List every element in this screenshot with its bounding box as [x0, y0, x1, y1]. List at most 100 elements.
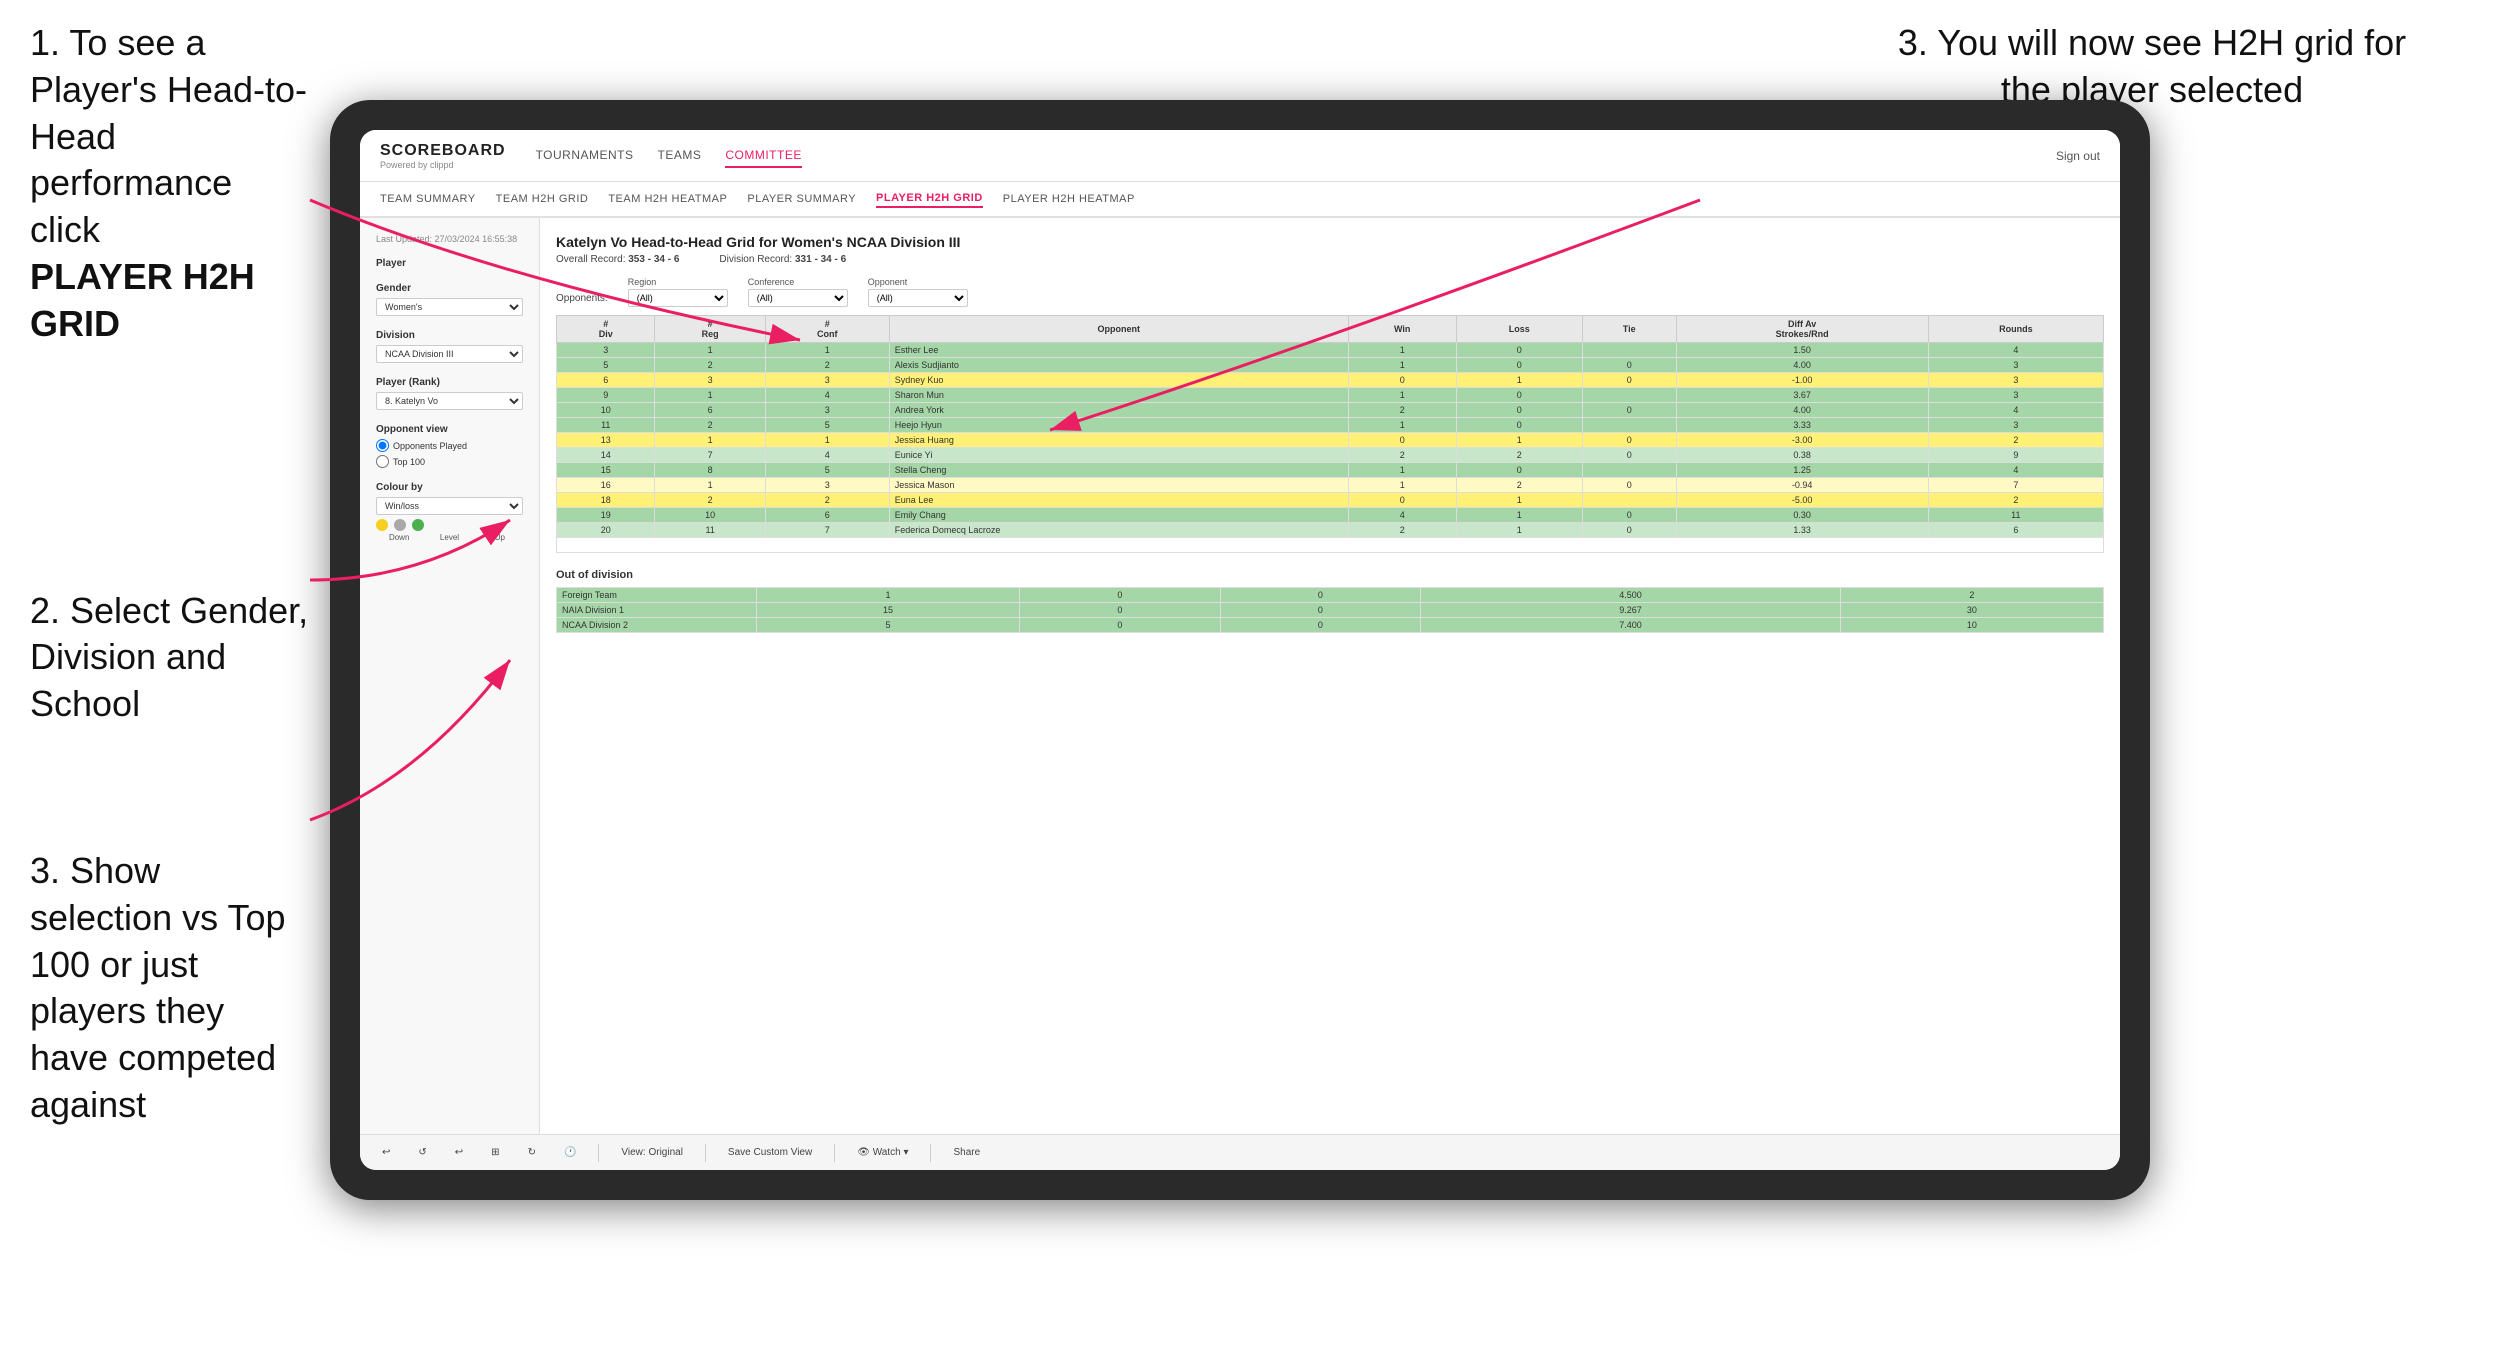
table-row: 1063 Andrea York 200 4.004 [557, 403, 2104, 418]
save-custom-view-btn[interactable]: Save Custom View [722, 1145, 818, 1160]
cell-loss: 1 [1456, 493, 1582, 508]
table-row: 1311 Jessica Huang 010 -3.002 [557, 433, 2104, 448]
cell-win: 1 [1348, 358, 1456, 373]
cell-win: 2 [1348, 523, 1456, 538]
nav-tournaments[interactable]: TOURNAMENTS [536, 144, 634, 168]
undo-btn[interactable]: ↩ [376, 1145, 396, 1160]
watch-btn[interactable]: 👁 Watch ▾ [851, 1145, 914, 1160]
radio-top-100-input[interactable] [376, 455, 389, 468]
cell-conf: 3 [765, 373, 889, 388]
share-btn[interactable]: Share [947, 1145, 986, 1160]
table-row: 914 Sharon Mun 10 3.673 [557, 388, 2104, 403]
nav-bar: SCOREBOARD Powered by clippd TOURNAMENTS… [360, 130, 2120, 182]
radio-opponents-played-input[interactable] [376, 439, 389, 452]
table-row: 1613 Jessica Mason 120 -0.947 [557, 478, 2104, 493]
sub-nav-player-summary[interactable]: PLAYER SUMMARY [747, 191, 856, 207]
cell-win: 0 [1348, 373, 1456, 388]
cell-diff: 0.38 [1676, 448, 1928, 463]
nav-teams[interactable]: TEAMS [658, 144, 702, 168]
filter-opponent: Opponent (All) [868, 277, 968, 307]
record-row: Overall Record: 353 - 34 - 6 Division Re… [556, 254, 2104, 265]
division-section: Division NCAA Division III NCAA Division… [376, 330, 523, 363]
cell-reg: 8 [655, 463, 765, 478]
table-row: 20117 Federica Domecq Lacroze 210 1.336 [557, 523, 2104, 538]
cell-loss: 0 [1456, 463, 1582, 478]
cell-loss: 0 [1456, 418, 1582, 433]
out-cell-diff: 7.400 [1421, 618, 1841, 633]
overall-record-label: Overall Record: 353 - 34 - 6 [556, 254, 679, 265]
filter-region-select[interactable]: (All) [628, 289, 728, 307]
filter-opponent-select[interactable]: (All) [868, 289, 968, 307]
cell-diff: 4.00 [1676, 358, 1928, 373]
cell-conf: 2 [765, 493, 889, 508]
step3-left-text: 3. Show selection vs Top 100 or just pla… [30, 848, 310, 1129]
sub-nav-team-h2h-heatmap[interactable]: TEAM H2H HEATMAP [608, 191, 727, 207]
radio-top-100[interactable]: Top 100 [376, 455, 523, 468]
division-label: Division [376, 330, 523, 341]
refresh-btn[interactable]: ↻ [522, 1145, 542, 1160]
undo2-btn[interactable]: ↩ [449, 1145, 469, 1160]
sub-nav-team-h2h-grid[interactable]: TEAM H2H GRID [496, 191, 589, 207]
nav-sign-out[interactable]: Sign out [2056, 149, 2100, 163]
colour-labels: Down Level Up [376, 533, 523, 542]
cell-loss: 0 [1456, 358, 1582, 373]
cell-diff: 1.25 [1676, 463, 1928, 478]
toolbar-sep4 [930, 1144, 931, 1162]
step1-block: 1. To see a Player's Head-to-Head perfor… [30, 20, 310, 348]
cell-win: 1 [1348, 388, 1456, 403]
redo-btn[interactable]: ↺ [412, 1145, 432, 1160]
sub-nav-player-h2h-heatmap[interactable]: PLAYER H2H HEATMAP [1003, 191, 1135, 207]
timestamp: Last Updated: 27/03/2024 16:55:38 [376, 234, 523, 244]
player-rank-select[interactable]: 8. Katelyn Vo [376, 392, 523, 410]
filter-opponent-label: Opponent [868, 277, 968, 287]
gender-select[interactable]: Women's Men's [376, 298, 523, 316]
cell-reg: 11 [655, 523, 765, 538]
cell-diff: 4.00 [1676, 403, 1928, 418]
colour-by-select[interactable]: Win/loss [376, 497, 523, 515]
sub-nav-player-h2h-grid[interactable]: PLAYER H2H GRID [876, 190, 983, 208]
cell-reg: 2 [655, 493, 765, 508]
cell-loss: 1 [1456, 433, 1582, 448]
radio-opponents-played[interactable]: Opponents Played [376, 439, 523, 452]
cell-conf: 1 [765, 433, 889, 448]
sub-nav-team-summary[interactable]: TEAM SUMMARY [380, 191, 476, 207]
cell-win: 1 [1348, 478, 1456, 493]
clock-btn[interactable]: 🕐 [558, 1145, 582, 1160]
opponent-radio-group: Opponents Played Top 100 [376, 439, 523, 468]
table-row: NCAA Division 2 5 0 0 7.400 10 [557, 618, 2104, 633]
grid-title: Katelyn Vo Head-to-Head Grid for Women's… [556, 234, 2104, 250]
dot-up [412, 519, 424, 531]
out-cell-name: Foreign Team [557, 588, 757, 603]
crop-btn[interactable]: ⊞ [485, 1145, 505, 1160]
cell-name: Jessica Huang [889, 433, 1348, 448]
radio-opponents-played-label: Opponents Played [393, 441, 467, 451]
step2-text: 2. Select Gender, Division and School [30, 588, 310, 728]
filter-conference-select[interactable]: (All) [748, 289, 848, 307]
out-cell-rounds: 30 [1840, 603, 2103, 618]
filter-row: Opponents: Region (All) Conference (All) [556, 277, 2104, 307]
left-instructions: 1. To see a Player's Head-to-Head perfor… [0, 0, 340, 1177]
col-opponent: Opponent [889, 316, 1348, 343]
division-select[interactable]: NCAA Division III NCAA Division I NCAA D… [376, 345, 523, 363]
cell-div: 16 [557, 478, 655, 493]
step1-text: 1. To see a Player's Head-to-Head perfor… [30, 20, 310, 254]
cell-rounds: 3 [1928, 358, 2103, 373]
table-row: 311 Esther Lee 10 1.504 [557, 343, 2104, 358]
cell-win: 2 [1348, 448, 1456, 463]
cell-rounds: 3 [1928, 418, 2103, 433]
cell-div: 3 [557, 343, 655, 358]
nav-committee[interactable]: COMMITTEE [725, 144, 802, 168]
cell-win: 0 [1348, 493, 1456, 508]
view-original-btn[interactable]: View: Original [615, 1145, 689, 1160]
colour-by-label: Colour by [376, 482, 523, 493]
cell-div: 5 [557, 358, 655, 373]
col-tie: Tie [1582, 316, 1676, 343]
opponent-view-section: Opponent view Opponents Played Top 100 [376, 424, 523, 468]
cell-win: 0 [1348, 433, 1456, 448]
out-cell-tie: 0 [1220, 618, 1421, 633]
division-record-label: Division Record: 331 - 34 - 6 [719, 254, 846, 265]
cell-name: Eunice Yi [889, 448, 1348, 463]
table-row: Foreign Team 1 0 0 4.500 2 [557, 588, 2104, 603]
cell-div: 14 [557, 448, 655, 463]
dot-level [394, 519, 406, 531]
